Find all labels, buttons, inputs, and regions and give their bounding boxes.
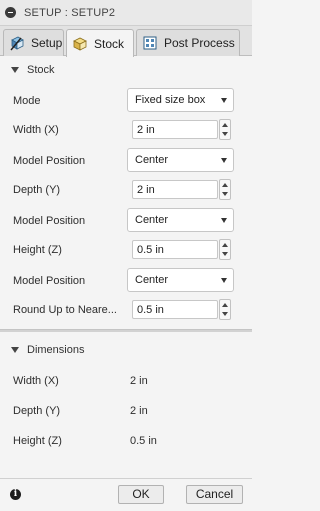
tab-stock-label: Stock bbox=[94, 36, 125, 51]
height-row: Height (Z) 0.5 in bbox=[0, 236, 252, 264]
width-position-row: Model Position Center bbox=[0, 147, 252, 175]
round-up-input[interactable]: 0.5 in bbox=[132, 300, 218, 319]
chevron-down-icon bbox=[221, 278, 227, 283]
tab-post-process[interactable]: Post Process bbox=[136, 29, 240, 56]
height-position-select[interactable]: Center bbox=[127, 268, 234, 292]
height-position-label: Model Position bbox=[13, 275, 86, 287]
height-position-value: Center bbox=[135, 274, 169, 286]
tab-setup-label: Setup bbox=[31, 36, 63, 50]
depth-position-label: Model Position bbox=[13, 215, 86, 227]
stepper-up-icon[interactable] bbox=[222, 123, 228, 127]
dim-height-row: Height (Z) 0.5 in bbox=[0, 427, 252, 455]
depth-position-value: Center bbox=[135, 214, 169, 226]
post-process-icon bbox=[143, 36, 157, 50]
stock-icon bbox=[73, 37, 87, 51]
tab-setup[interactable]: Setup bbox=[3, 29, 64, 56]
height-value: 0.5 in bbox=[137, 244, 164, 256]
window-title: SETUP : SETUP2 bbox=[24, 7, 116, 19]
height-input[interactable]: 0.5 in bbox=[132, 240, 218, 259]
depth-position-select[interactable]: Center bbox=[127, 208, 234, 232]
stepper-up-icon[interactable] bbox=[222, 303, 228, 307]
width-row: Width (X) 2 in bbox=[0, 116, 252, 144]
stock-group-title: Stock bbox=[27, 64, 55, 76]
round-up-label: Round Up to Neare... bbox=[13, 304, 117, 316]
stepper-up-icon[interactable] bbox=[222, 243, 228, 247]
stepper-down-icon[interactable] bbox=[222, 192, 228, 196]
stepper-up-icon[interactable] bbox=[222, 183, 228, 187]
minus-circle-icon[interactable] bbox=[5, 7, 16, 18]
title-bar: SETUP : SETUP2 bbox=[0, 0, 252, 26]
dimensions-group-title: Dimensions bbox=[27, 344, 85, 356]
width-position-label: Model Position bbox=[13, 155, 86, 167]
depth-label: Depth (Y) bbox=[13, 184, 61, 196]
ok-button[interactable]: OK bbox=[118, 485, 164, 504]
dim-depth-row: Depth (Y) 2 in bbox=[0, 397, 252, 425]
stepper-down-icon[interactable] bbox=[222, 312, 228, 316]
cancel-button[interactable]: Cancel bbox=[186, 485, 243, 504]
round-up-stepper[interactable] bbox=[219, 299, 231, 320]
dim-width-row: Width (X) 2 in bbox=[0, 367, 252, 395]
depth-row: Depth (Y) 2 in bbox=[0, 176, 252, 204]
tab-post-process-label: Post Process bbox=[164, 36, 235, 50]
stepper-down-icon[interactable] bbox=[222, 252, 228, 256]
dimensions-group-header[interactable]: Dimensions bbox=[0, 338, 252, 362]
chevron-down-icon bbox=[221, 98, 227, 103]
mode-row: Mode Fixed size box bbox=[0, 87, 252, 115]
section-divider[interactable] bbox=[0, 329, 252, 332]
chevron-down-icon bbox=[221, 218, 227, 223]
stock-group-header[interactable]: Stock bbox=[0, 58, 252, 82]
mode-value: Fixed size box bbox=[135, 94, 206, 106]
dim-width-label: Width (X) bbox=[13, 375, 59, 387]
depth-position-row: Model Position Center bbox=[0, 207, 252, 235]
height-stepper[interactable] bbox=[219, 239, 231, 260]
height-position-row: Model Position Center bbox=[0, 267, 252, 295]
collapse-caret-icon bbox=[11, 67, 19, 73]
mode-label: Mode bbox=[13, 95, 41, 107]
width-label: Width (X) bbox=[13, 124, 59, 136]
width-position-value: Center bbox=[135, 154, 169, 166]
depth-stepper[interactable] bbox=[219, 179, 231, 200]
depth-input[interactable]: 2 in bbox=[132, 180, 218, 199]
dim-depth-value: 2 in bbox=[130, 405, 148, 417]
info-icon[interactable]: i bbox=[10, 489, 21, 500]
width-stepper[interactable] bbox=[219, 119, 231, 140]
dim-height-value: 0.5 in bbox=[130, 435, 157, 447]
round-up-value: 0.5 in bbox=[137, 304, 164, 316]
mode-select[interactable]: Fixed size box bbox=[127, 88, 234, 112]
tab-stock[interactable]: Stock bbox=[66, 29, 134, 57]
setup-icon bbox=[10, 36, 24, 51]
tab-bar: Setup Stock Post Process bbox=[0, 26, 252, 57]
dim-depth-label: Depth (Y) bbox=[13, 405, 61, 417]
collapse-caret-icon bbox=[11, 347, 19, 353]
chevron-down-icon bbox=[221, 158, 227, 163]
height-label: Height (Z) bbox=[13, 244, 62, 256]
depth-value: 2 in bbox=[137, 184, 155, 196]
width-value: 2 in bbox=[137, 124, 155, 136]
width-position-select[interactable]: Center bbox=[127, 148, 234, 172]
round-up-row: Round Up to Neare... 0.5 in bbox=[0, 296, 252, 324]
stepper-down-icon[interactable] bbox=[222, 132, 228, 136]
dialog-footer: i OK Cancel bbox=[0, 478, 252, 511]
width-input[interactable]: 2 in bbox=[132, 120, 218, 139]
dim-height-label: Height (Z) bbox=[13, 435, 62, 447]
dim-width-value: 2 in bbox=[130, 375, 148, 387]
